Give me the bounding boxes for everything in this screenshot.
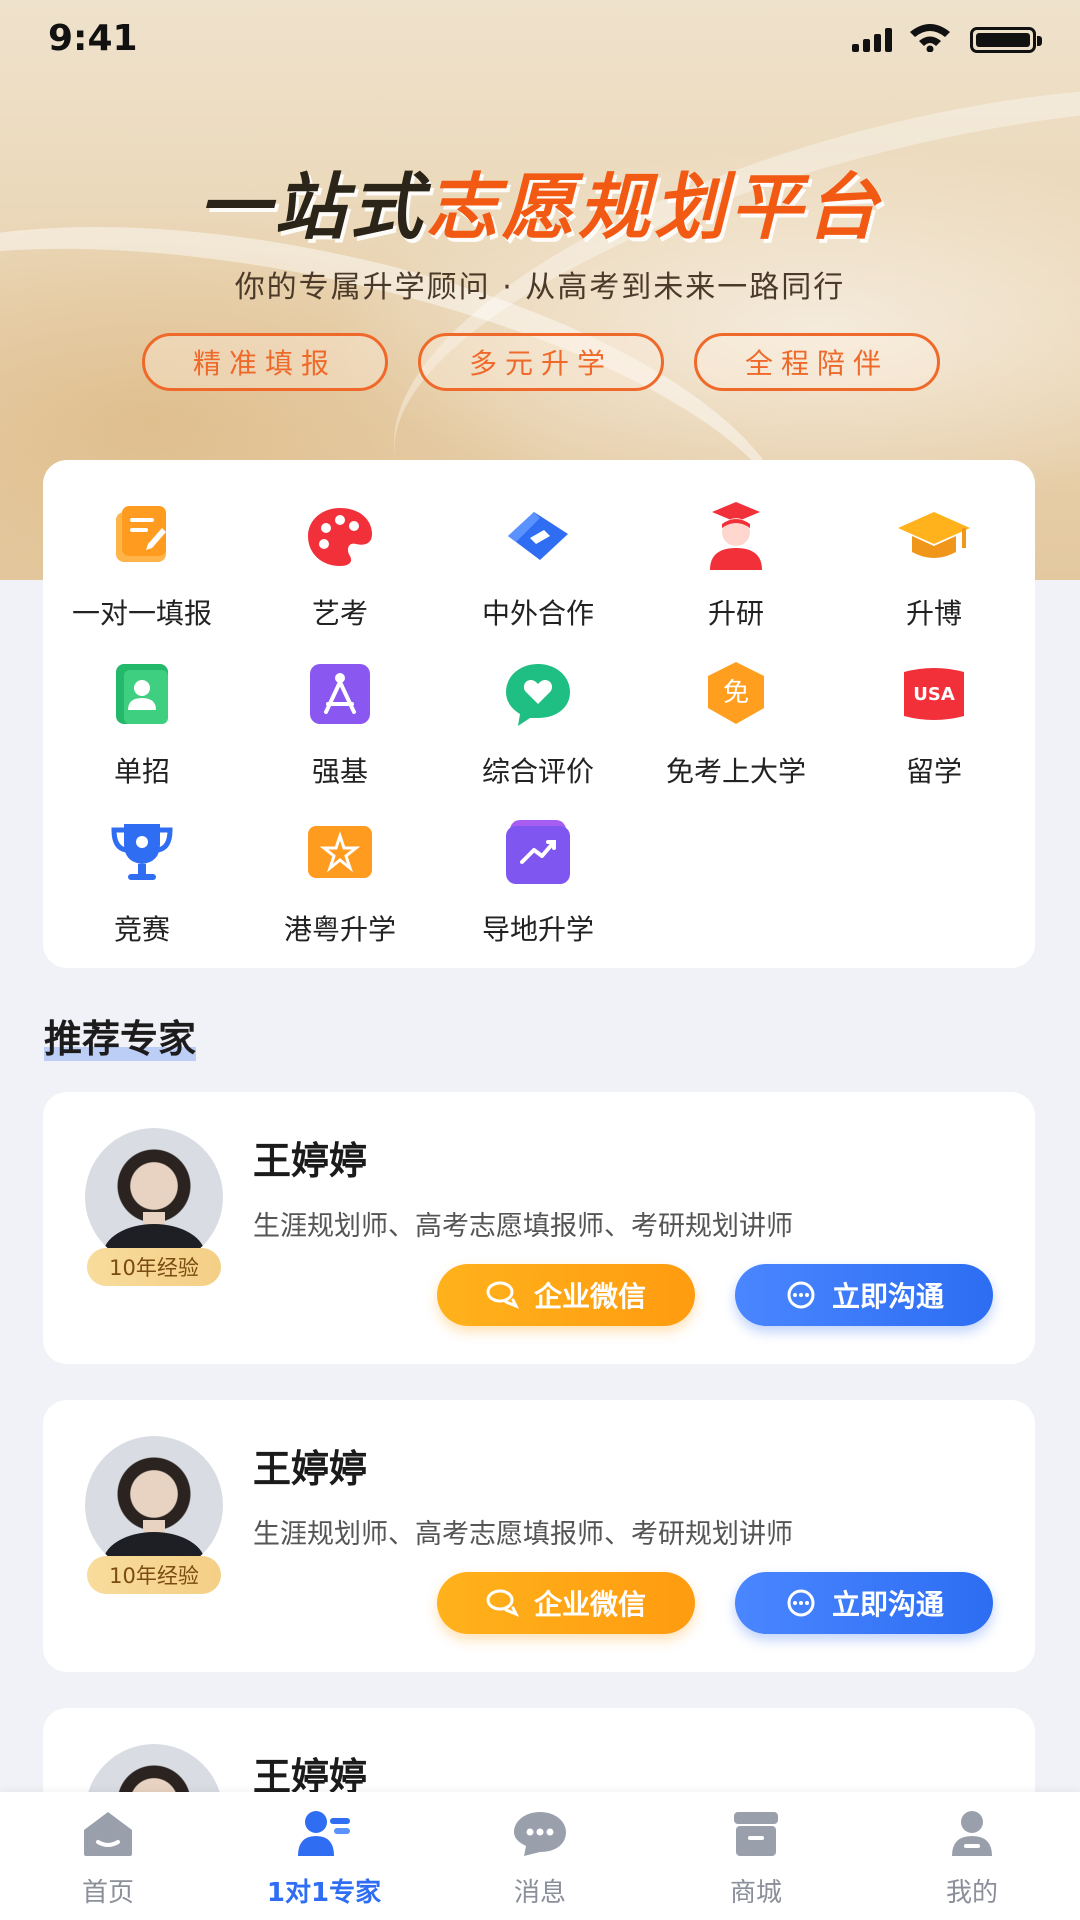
wechat-work-button[interactable]: 企业微信 bbox=[437, 1264, 695, 1326]
wechat-work-label: 企业微信 bbox=[533, 1588, 646, 1621]
service-label: 单招 bbox=[113, 755, 170, 788]
experience-badge: 10年经验 bbox=[87, 1556, 221, 1594]
bauhinia-icon bbox=[308, 826, 372, 878]
bottom-tab-bar: 首页 1对1专家 消息 商城 我的 bbox=[0, 1792, 1080, 1920]
experience-badge: 10年经验 bbox=[87, 1248, 221, 1286]
service-item-study-abroad[interactable]: USA 留学 bbox=[835, 656, 1033, 788]
service-label: 升研 bbox=[707, 597, 764, 630]
tab-profile[interactable]: 我的 bbox=[864, 1792, 1080, 1920]
message-icon bbox=[514, 1812, 566, 1856]
service-label: 留学 bbox=[905, 755, 962, 788]
banner-title-part2: 志愿规划平台 bbox=[426, 165, 883, 249]
mortarboard-icon bbox=[898, 512, 970, 558]
service-item-strong-base[interactable]: 强基 bbox=[241, 656, 439, 788]
expert-titles: 生涯规划师、高考志愿填报师、考研规划讲师 bbox=[253, 1211, 793, 1242]
person-card-icon bbox=[116, 664, 168, 724]
tab-home[interactable]: 首页 bbox=[0, 1792, 216, 1920]
service-item-relocation[interactable]: 导地升学 bbox=[439, 814, 637, 946]
graduate-icon bbox=[710, 502, 762, 570]
expert-icon bbox=[298, 1811, 350, 1856]
service-label: 竞赛 bbox=[113, 913, 170, 946]
service-label: 导地升学 bbox=[481, 913, 594, 946]
service-item-sino-foreign[interactable]: 中外合作 bbox=[439, 498, 637, 630]
status-time: 9:41 bbox=[48, 18, 138, 59]
tab-label: 首页 bbox=[81, 1878, 134, 1908]
wechat-icon bbox=[486, 1589, 520, 1617]
service-label: 强基 bbox=[311, 755, 368, 788]
store-icon bbox=[734, 1812, 778, 1856]
service-label: 升博 bbox=[905, 597, 962, 630]
banner-title: 一站式志愿规划平台 bbox=[0, 148, 1080, 253]
chat-now-button[interactable]: 立即沟通 bbox=[735, 1264, 993, 1326]
avatar bbox=[85, 1436, 223, 1574]
service-item-comprehensive[interactable]: 综合评价 bbox=[439, 656, 637, 788]
tab-store[interactable]: 商城 bbox=[648, 1792, 864, 1920]
expert-card[interactable]: 10年经验 王婷婷 生涯规划师、高考志愿填报师、考研规划讲师 企业微信 立即沟通 bbox=[43, 1092, 1035, 1364]
compass-icon bbox=[310, 664, 370, 724]
wechat-work-button[interactable]: 企业微信 bbox=[437, 1572, 695, 1634]
tab-label: 消息 bbox=[513, 1878, 566, 1908]
chat-bubble-icon bbox=[787, 1281, 815, 1309]
tab-label: 商城 bbox=[729, 1878, 782, 1908]
banner-title-part1: 一站式 bbox=[197, 165, 426, 249]
heart-chat-icon bbox=[506, 664, 570, 726]
handshake-icon bbox=[508, 512, 568, 560]
trophy-icon bbox=[111, 824, 173, 880]
section-title-recommended-experts: 推荐专家 bbox=[44, 1008, 197, 1063]
service-label: 综合评价 bbox=[481, 755, 594, 788]
trend-icon bbox=[506, 820, 570, 884]
service-item-competition[interactable]: 竞赛 bbox=[43, 814, 241, 946]
avatar bbox=[85, 1128, 223, 1266]
service-item-doctoral[interactable]: 升博 bbox=[835, 498, 1033, 630]
banner-pill[interactable]: 精准填报 bbox=[142, 333, 388, 391]
profile-icon bbox=[952, 1811, 992, 1856]
tab-label: 1对1专家 bbox=[266, 1878, 382, 1908]
chat-now-label: 立即沟通 bbox=[831, 1588, 944, 1621]
service-label: 艺考 bbox=[311, 597, 368, 630]
expert-card[interactable]: 10年经验 王婷婷 生涯规划师、高考志愿填报师、考研规划讲师 企业微信 立即沟通 bbox=[43, 1400, 1035, 1672]
service-label: 港粤升学 bbox=[283, 913, 396, 946]
palette-icon bbox=[308, 508, 372, 566]
form-edit-icon bbox=[116, 506, 166, 562]
wechat-work-label: 企业微信 bbox=[533, 1280, 646, 1313]
service-label: 中外合作 bbox=[481, 597, 594, 630]
chat-bubble-icon bbox=[787, 1589, 815, 1617]
usa-text: USA bbox=[913, 684, 955, 705]
wechat-icon bbox=[486, 1281, 520, 1309]
home-icon bbox=[84, 1812, 132, 1856]
service-grid: 一对一填报 艺考 中外合作 升研 升博 单招 强基 综合评价 免 免考上大学 U… bbox=[43, 460, 1035, 968]
service-item-art-exam[interactable]: 艺考 bbox=[241, 498, 439, 630]
service-item-exam-free[interactable]: 免 免考上大学 bbox=[637, 656, 835, 788]
service-item-single-recruit[interactable]: 单招 bbox=[43, 656, 241, 788]
usa-icon: USA bbox=[904, 668, 964, 720]
chat-now-button[interactable]: 立即沟通 bbox=[735, 1572, 993, 1634]
service-item-one-on-one[interactable]: 一对一填报 bbox=[43, 498, 241, 630]
service-item-hk-gd[interactable]: 港粤升学 bbox=[241, 814, 439, 946]
exempt-badge-text: 免 bbox=[723, 678, 749, 708]
expert-name: 王婷婷 bbox=[253, 1447, 368, 1491]
banner-pills: 精准填报 多元升学 全程陪伴 bbox=[142, 333, 940, 391]
exempt-badge-icon: 免 bbox=[708, 662, 764, 724]
wifi-icon bbox=[910, 24, 950, 52]
chat-now-label: 立即沟通 bbox=[831, 1280, 944, 1313]
battery-icon bbox=[970, 27, 1042, 53]
banner-pill[interactable]: 全程陪伴 bbox=[694, 333, 940, 391]
expert-name: 王婷婷 bbox=[253, 1139, 368, 1183]
service-label: 免考上大学 bbox=[665, 755, 806, 788]
signal-icon bbox=[852, 28, 892, 52]
banner-subtitle: 你的专属升学顾问 · 从高考到未来一路同行 bbox=[234, 270, 846, 305]
banner-pill[interactable]: 多元升学 bbox=[418, 333, 664, 391]
tab-label: 我的 bbox=[945, 1878, 998, 1908]
service-item-postgraduate[interactable]: 升研 bbox=[637, 498, 835, 630]
tab-messages[interactable]: 消息 bbox=[432, 1792, 648, 1920]
tab-experts[interactable]: 1对1专家 bbox=[216, 1792, 432, 1920]
status-bar: 9:41 bbox=[0, 0, 1080, 80]
service-label: 一对一填报 bbox=[71, 597, 212, 630]
expert-titles: 生涯规划师、高考志愿填报师、考研规划讲师 bbox=[253, 1519, 793, 1550]
